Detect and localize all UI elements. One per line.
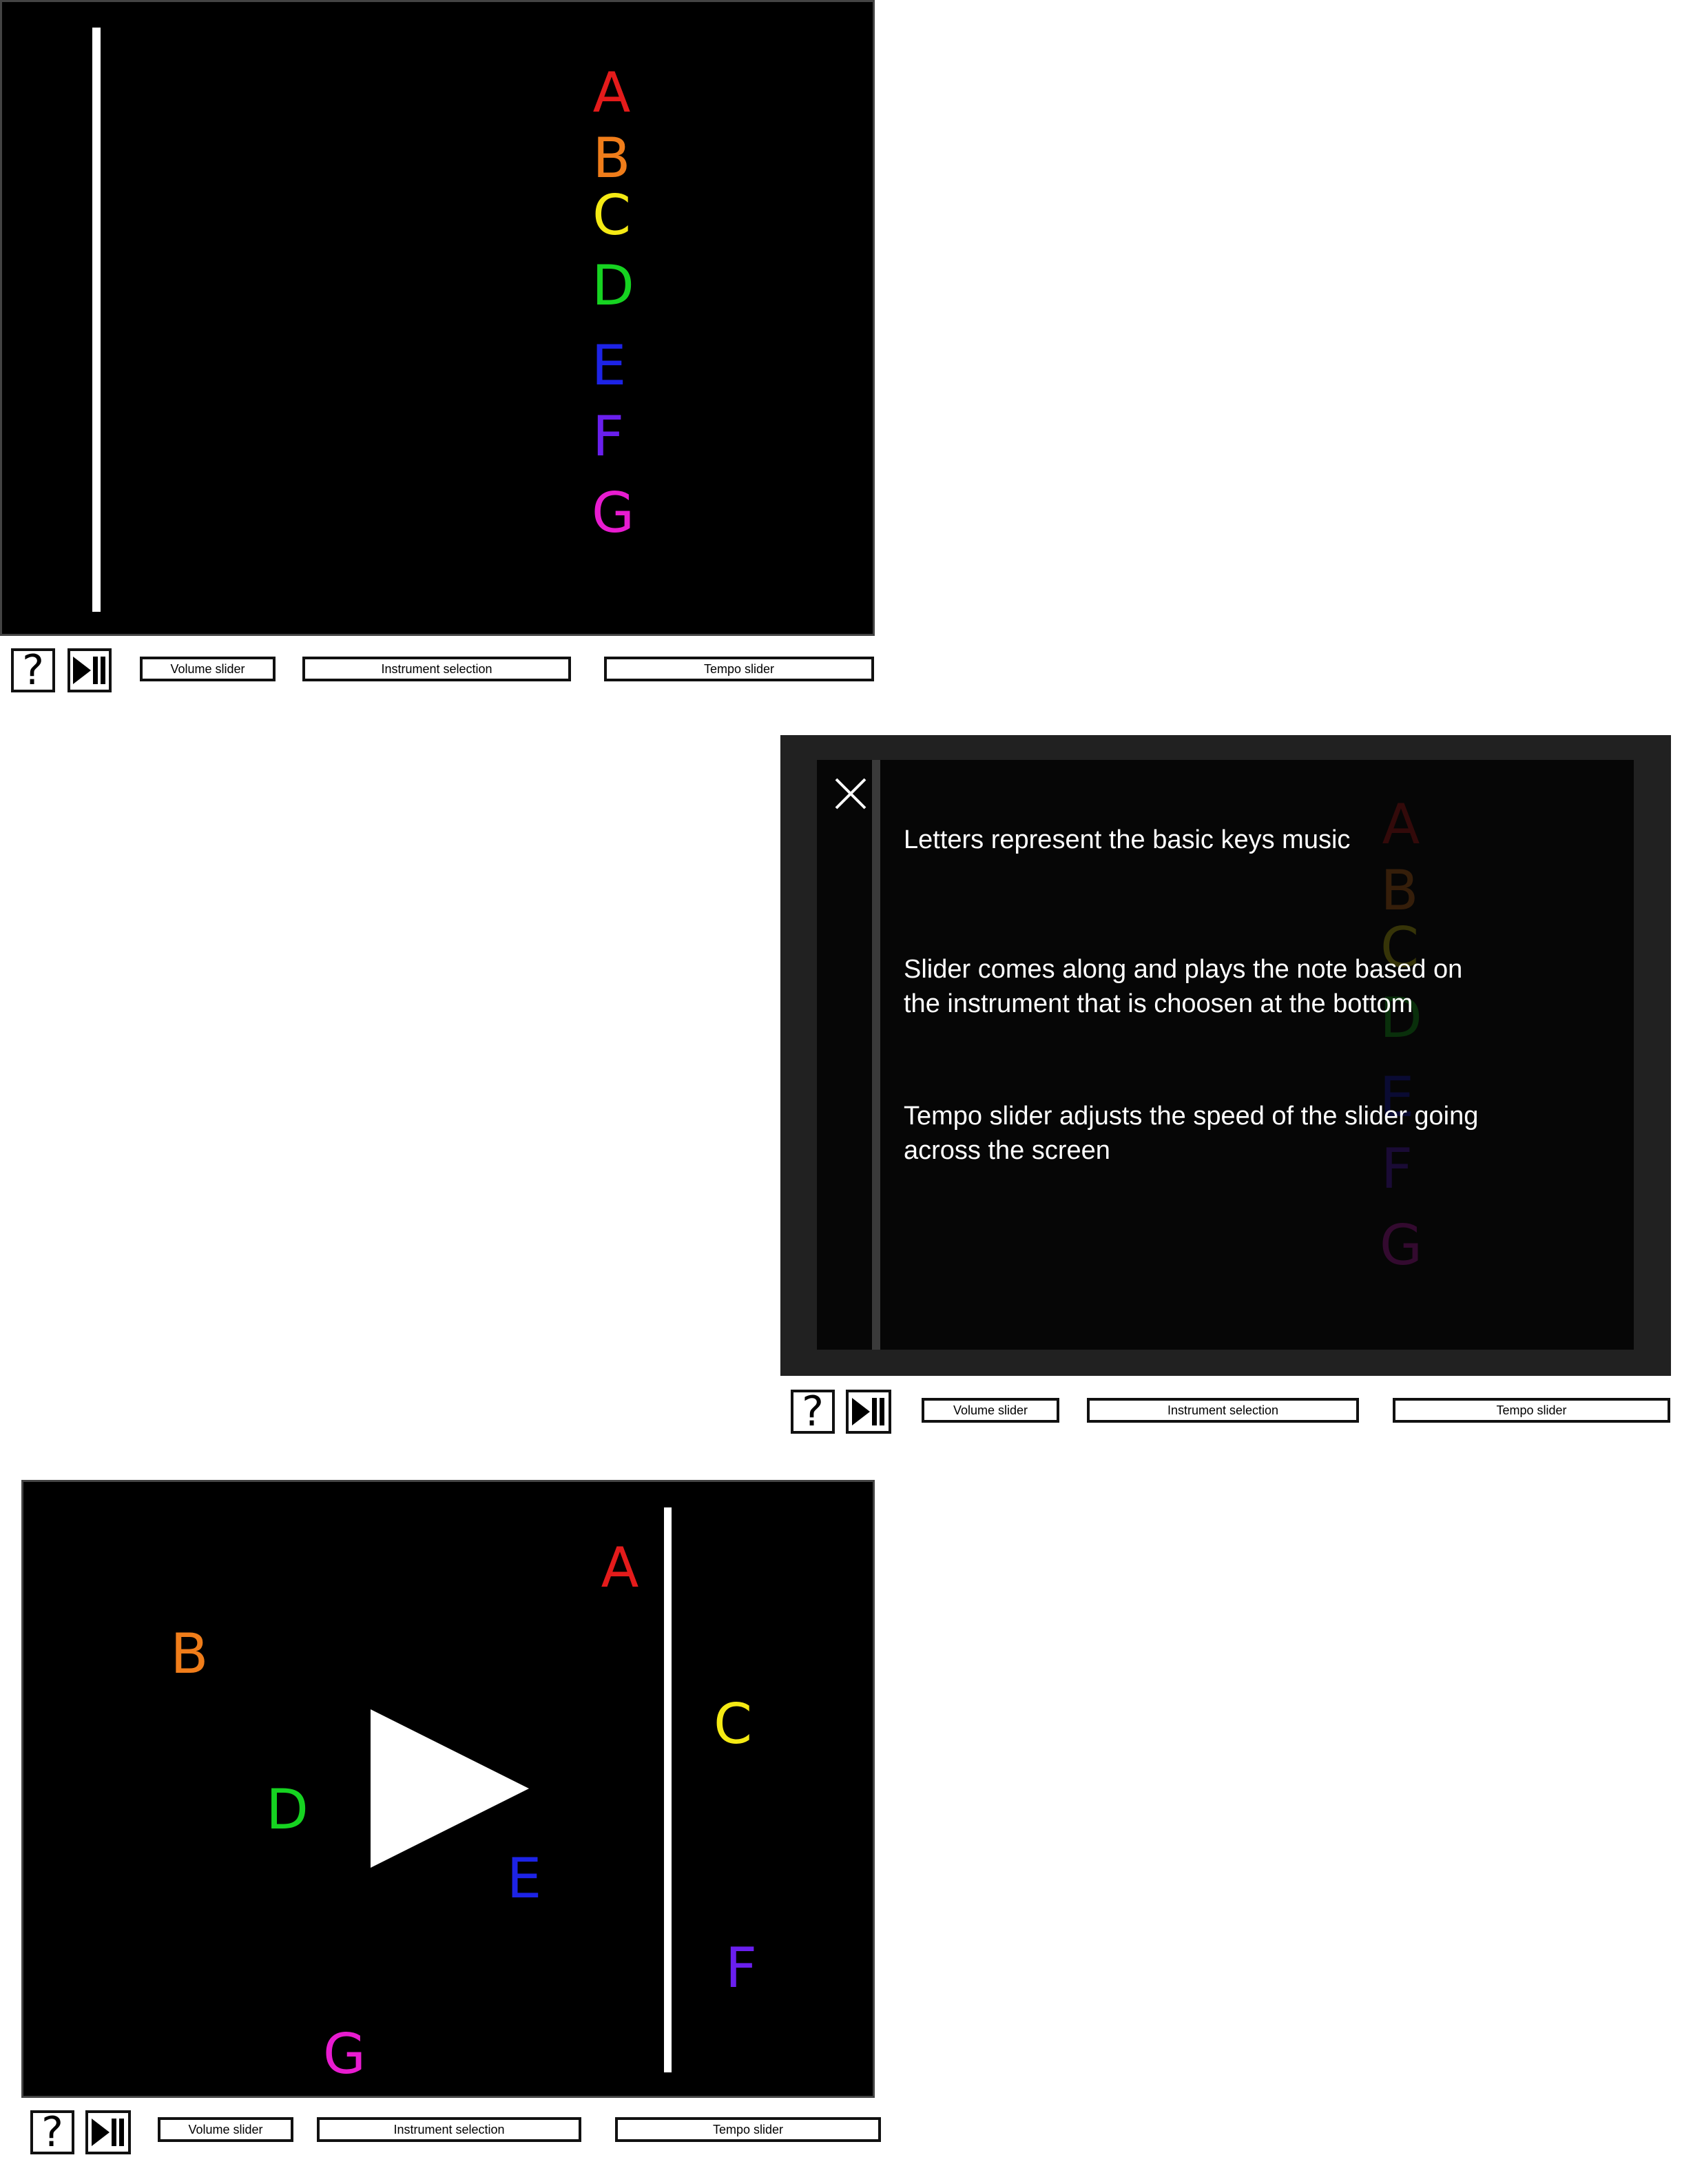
- instrument-selection[interactable]: Instrument selection: [317, 2117, 581, 2142]
- close-icon[interactable]: [833, 776, 868, 811]
- play-pause-icon: [73, 657, 105, 684]
- note-g-dimmed: G: [1380, 1213, 1422, 1277]
- note-f[interactable]: F: [725, 1941, 757, 1996]
- instrument-selection[interactable]: Instrument selection: [302, 657, 571, 681]
- help-text-tempo: Tempo slider adjusts the speed of the sl…: [904, 1102, 1479, 1165]
- tempo-slider[interactable]: Tempo slider: [604, 657, 874, 681]
- play-pause-button[interactable]: [85, 2110, 131, 2154]
- question-mark-icon: ?: [22, 646, 44, 694]
- playhead-slider-dimmed: [872, 760, 880, 1350]
- note-g[interactable]: G: [592, 486, 634, 541]
- tempo-slider[interactable]: Tempo slider: [1393, 1398, 1670, 1423]
- help-button[interactable]: ?: [11, 648, 55, 692]
- note-a[interactable]: A: [593, 65, 631, 121]
- volume-slider[interactable]: Volume slider: [922, 1398, 1059, 1423]
- instrument-selection[interactable]: Instrument selection: [1087, 1398, 1359, 1423]
- note-d[interactable]: D: [266, 1782, 309, 1837]
- help-text-slider: Slider comes along and plays the note ba…: [904, 955, 1463, 1018]
- note-c[interactable]: C: [592, 188, 631, 243]
- play-pause-icon: [92, 2119, 124, 2146]
- note-f[interactable]: F: [592, 409, 624, 464]
- help-dialog: A B C D E F G Letters represent the basi…: [817, 760, 1634, 1350]
- note-d[interactable]: D: [592, 258, 634, 313]
- volume-slider[interactable]: Volume slider: [140, 657, 276, 681]
- note-g[interactable]: G: [323, 2027, 366, 2082]
- help-text-letters: Letters represent the basic keys music: [904, 825, 1351, 854]
- stage: A B C D E F G: [0, 0, 875, 636]
- note-b-dimmed: B: [1380, 858, 1419, 923]
- note-c[interactable]: C: [714, 1697, 752, 1752]
- question-mark-icon: ?: [802, 1388, 824, 1436]
- playhead-slider[interactable]: [664, 1507, 672, 2072]
- play-icon[interactable]: [371, 1709, 530, 1868]
- tempo-slider[interactable]: Tempo slider: [615, 2117, 881, 2142]
- play-pause-icon: [852, 1398, 884, 1425]
- note-a[interactable]: A: [601, 1541, 639, 1596]
- note-b[interactable]: B: [171, 1627, 209, 1682]
- playhead-slider[interactable]: [92, 28, 101, 612]
- help-button[interactable]: ?: [791, 1390, 835, 1434]
- note-e[interactable]: E: [507, 1851, 542, 1906]
- note-e[interactable]: E: [592, 338, 627, 393]
- note-b[interactable]: B: [593, 131, 631, 186]
- question-mark-icon: ?: [41, 2108, 63, 2156]
- play-pause-button[interactable]: [68, 648, 112, 692]
- volume-slider[interactable]: Volume slider: [158, 2117, 293, 2142]
- play-pause-button[interactable]: [846, 1390, 891, 1434]
- stage: A B C D E F G: [21, 1480, 875, 2098]
- help-button[interactable]: ?: [30, 2110, 74, 2154]
